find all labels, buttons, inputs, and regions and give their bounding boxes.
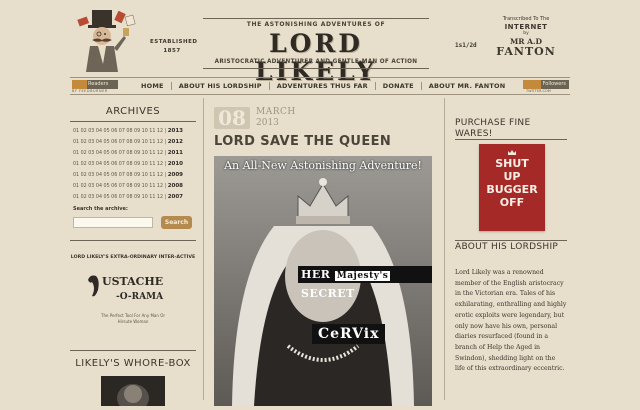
product-line-3: BUGGER <box>486 183 538 196</box>
readers-counter[interactable]: Readers <box>72 80 118 89</box>
moustache-o-rama-logo[interactable]: USTACHE -O-RAMA <box>86 270 182 306</box>
site-tagline: ARISTOCRATIC ADVENTURER AND GENTLE-MAN O… <box>214 59 418 65</box>
nav-about-his-lordship[interactable]: ABOUT HIS LORDSHIP <box>172 82 270 90</box>
svg-text:-O-RAMA: -O-RAMA <box>116 292 164 302</box>
ransom-cutout-2: CeRVix <box>312 324 386 344</box>
established-label: ESTABLISHED <box>150 39 198 45</box>
archive-row-2011[interactable]: 01 02 03 04 05 06 07 08 09 10 11 12 | 20… <box>73 150 183 156</box>
shut-up-bugger-off-product[interactable]: SHUT UP BUGGER OFF <box>479 144 545 231</box>
ransom-cutout-1: HER Majesty's SECRET <box>298 266 432 300</box>
whore-box-image[interactable] <box>101 376 165 410</box>
archive-row-2007[interactable]: 01 02 03 04 05 06 07 08 09 10 11 12 | 20… <box>73 194 183 200</box>
archive-row-2009[interactable]: 01 02 03 04 05 06 07 08 09 10 11 12 | 20… <box>73 172 183 178</box>
established-year: 1857 <box>163 48 181 54</box>
followers-sub-label: TWITTER.COM <box>526 89 551 93</box>
about-his-lordship-body: Lord Likely was a renowned member of the… <box>455 269 567 373</box>
archive-year[interactable]: 2011 <box>168 150 183 156</box>
sidebar-divider-2 <box>70 350 196 351</box>
archive-months[interactable]: 01 02 03 04 05 06 07 08 09 10 11 12 | <box>73 151 166 156</box>
archive-months[interactable]: 01 02 03 04 05 06 07 08 09 10 11 12 | <box>73 173 166 178</box>
archive-year[interactable]: 2007 <box>168 194 183 200</box>
archive-year[interactable]: 2008 <box>168 183 183 189</box>
archive-row-2008[interactable]: 01 02 03 04 05 06 07 08 09 10 11 12 | 20… <box>73 183 183 189</box>
nav-home[interactable]: HOME <box>134 82 172 90</box>
post-image[interactable]: An All-New Astonishing Adventure! HER Ma… <box>214 156 432 406</box>
header-top-line: THE ASTONISHING ADVENTURES OF <box>246 21 386 28</box>
followers-counter[interactable]: Followers <box>523 80 569 89</box>
moustache-sub-line-1: The Perfect Tool For Any Man Or <box>101 313 165 318</box>
transcribed-by: Transcribed To The INTERNET by MR A.D FA… <box>494 16 558 58</box>
main-nav: HOME ABOUT HIS LORDSHIP ADVENTURES THUS … <box>134 82 512 90</box>
header-rule-top <box>203 18 429 19</box>
column-divider-right <box>444 98 445 400</box>
about-his-lordship-title: ABOUT HIS LORDSHIP <box>455 242 559 252</box>
svg-text:USTACHE: USTACHE <box>102 275 163 288</box>
purchase-wares-title: PURCHASE FINE WARES! <box>455 118 531 139</box>
transcribed-line-5: FANTON <box>496 45 556 58</box>
product-line-1: SHUT <box>495 157 529 170</box>
post-title[interactable]: LORD SAVE THE QUEEN <box>214 134 444 149</box>
issue-price: 1s1/2d <box>455 42 477 49</box>
archive-year[interactable]: 2013 <box>168 128 183 134</box>
ransom-word-her: HER <box>301 268 331 281</box>
search-label: Search the archive: <box>73 206 128 212</box>
search-button[interactable]: Search <box>161 216 192 229</box>
readers-label: Readers <box>88 81 109 87</box>
column-divider-left <box>203 98 204 400</box>
product-line-2: UP <box>503 170 521 183</box>
sidebar-divider <box>70 240 196 241</box>
whore-box-title: LIKELY'S WHORE-BOX <box>75 358 191 369</box>
wares-rule <box>455 139 567 140</box>
archives-title: ARCHIVES <box>105 106 161 117</box>
archive-row-2010[interactable]: 01 02 03 04 05 06 07 08 09 10 11 12 | 20… <box>73 161 183 167</box>
archive-row-2013[interactable]: 01 02 03 04 05 06 07 08 09 10 11 12 | 20… <box>73 128 183 134</box>
archives-rule <box>70 121 196 122</box>
nav-adventures-thus-far[interactable]: ADVENTURES THUS FAR <box>270 82 376 90</box>
archive-months[interactable]: 01 02 03 04 05 06 07 08 09 10 11 12 | <box>73 184 166 189</box>
archive-months[interactable]: 01 02 03 04 05 06 07 08 09 10 11 12 | <box>73 129 166 134</box>
post-date-year: 2013 <box>256 118 279 128</box>
post-date-day: 08 <box>214 107 250 129</box>
archive-year[interactable]: 2010 <box>168 161 183 167</box>
nav-donate[interactable]: DONATE <box>376 82 422 90</box>
readers-count-box <box>72 80 87 89</box>
followers-label: Followers <box>542 81 566 87</box>
site-header: ESTABLISHED 1857 THE ASTONISHING ADVENTU… <box>0 0 640 86</box>
moustache-o-rama-intro: LORD LIKELY'S EXTRA-ORDINARY INTER-ACTIV… <box>70 255 196 260</box>
transcribed-line-2: INTERNET <box>504 23 548 31</box>
archive-year[interactable]: 2009 <box>168 172 183 178</box>
header-rule-bottom <box>203 68 429 69</box>
post-image-caption: An All-New Astonishing Adventure! <box>224 159 422 172</box>
nav-rule-top <box>70 77 570 78</box>
about-rule-top <box>455 240 567 241</box>
lord-likely-mascot-illustration[interactable] <box>76 6 138 74</box>
ransom-word-majestys: Majesty's <box>334 271 391 281</box>
established-stamp: ESTABLISHED 1857 <box>150 38 198 56</box>
product-line-4: OFF <box>499 196 525 209</box>
followers-count-box <box>523 80 541 89</box>
post-date-month: MARCH <box>256 107 296 117</box>
nav-about-mr-fanton[interactable]: ABOUT MR. FANTON <box>422 82 513 90</box>
moustache-o-rama-subtitle: The Perfect Tool For Any Man Or Hirsute … <box>70 313 196 325</box>
nav-rule-bottom <box>70 94 570 95</box>
crown-icon <box>508 150 516 155</box>
archive-months[interactable]: 01 02 03 04 05 06 07 08 09 10 11 12 | <box>73 162 166 167</box>
readers-sub-label: BY FEEDBURNER <box>72 89 108 93</box>
archive-search-input[interactable] <box>73 217 153 228</box>
archive-months[interactable]: 01 02 03 04 05 06 07 08 09 10 11 12 | <box>73 195 166 200</box>
archive-row-2012[interactable]: 01 02 03 04 05 06 07 08 09 10 11 12 | 20… <box>73 139 183 145</box>
ransom-word-secret: SECRET <box>301 287 355 300</box>
moustache-sub-line-2: Hirsute Woman <box>117 319 149 324</box>
transcribed-line-1: Transcribed To The <box>502 16 550 22</box>
archive-months[interactable]: 01 02 03 04 05 06 07 08 09 10 11 12 | <box>73 140 166 145</box>
archive-year[interactable]: 2012 <box>168 139 183 145</box>
